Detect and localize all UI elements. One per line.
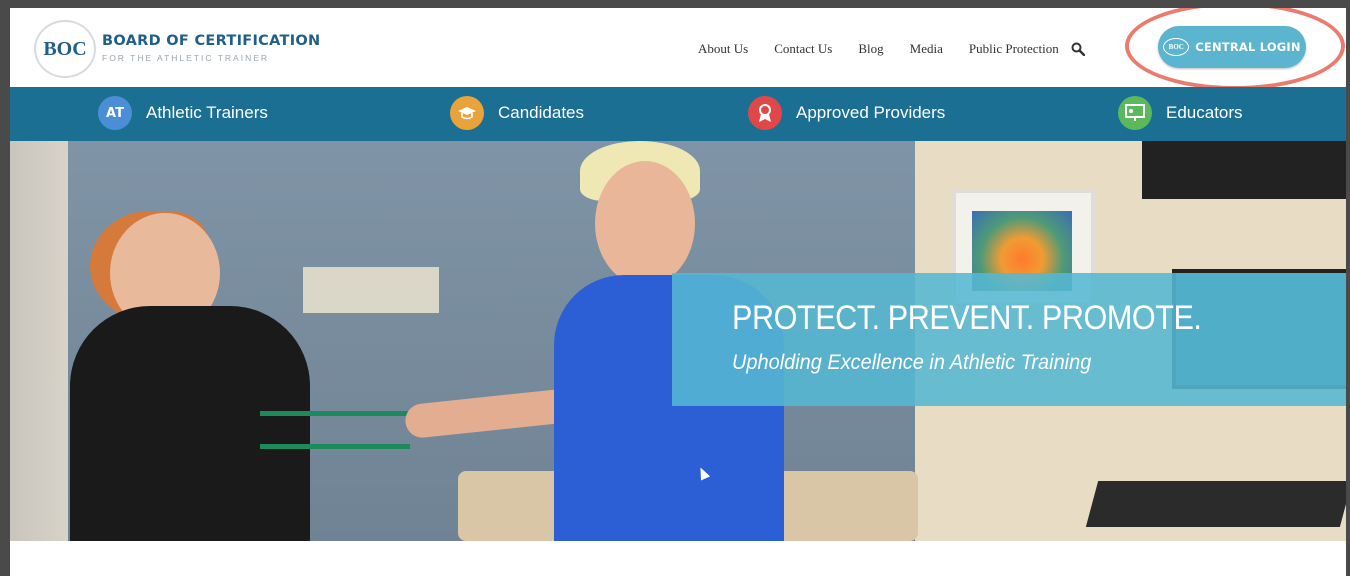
nav-media[interactable]: Media bbox=[910, 41, 943, 57]
hero-subheadline: Upholding Excellence in Athletic Trainin… bbox=[732, 351, 1092, 374]
nav-educators[interactable]: Educators bbox=[1118, 96, 1243, 130]
presentation-board-icon bbox=[1118, 96, 1152, 130]
nav-about-us[interactable]: About Us bbox=[698, 41, 748, 57]
logo-title: BOARD OF CERTIFICATION bbox=[102, 33, 321, 49]
wall-medical-panel bbox=[303, 267, 439, 313]
nav-approved-providers-label: Approved Providers bbox=[796, 103, 946, 122]
nav-approved-providers[interactable]: Approved Providers bbox=[748, 96, 945, 130]
nav-athletic-trainers-label: Athletic Trainers bbox=[146, 103, 268, 122]
graduation-cap-icon bbox=[450, 96, 484, 130]
logo-mark-text: BOC bbox=[43, 37, 87, 60]
nav-educators-label: Educators bbox=[1166, 103, 1243, 122]
nav-public-protection[interactable]: Public Protection bbox=[969, 41, 1059, 57]
hero-left-strip bbox=[10, 141, 68, 541]
nav-athletic-trainers[interactable]: AT Athletic Trainers bbox=[98, 96, 268, 130]
page-content-below-hero bbox=[10, 541, 1346, 576]
nav-blog[interactable]: Blog bbox=[858, 41, 883, 57]
hero-image: PROTECT. PREVENT. PROMOTE. Upholding Exc… bbox=[10, 141, 1346, 541]
wall-tv bbox=[1142, 141, 1346, 199]
logo-mark: BOC bbox=[34, 20, 96, 78]
nav-candidates[interactable]: Candidates bbox=[450, 96, 584, 130]
audience-nav-bar: AT Athletic Trainers Candidates Approved… bbox=[10, 87, 1346, 141]
athlete-head bbox=[595, 161, 695, 286]
resistance-band bbox=[260, 411, 410, 449]
hero-headline: PROTECT. PREVENT. PROMOTE. bbox=[732, 299, 1202, 337]
logo-subtitle: FOR THE ATHLETIC TRAINER bbox=[102, 53, 270, 63]
top-nav: About Us Contact Us Blog Media Public Pr… bbox=[698, 41, 1085, 57]
nav-contact-us[interactable]: Contact Us bbox=[774, 41, 832, 57]
at-icon: AT bbox=[98, 96, 132, 130]
browser-page: BOC BOARD OF CERTIFICATION FOR THE ATHLE… bbox=[10, 8, 1346, 576]
award-ribbon-icon bbox=[748, 96, 782, 130]
nav-candidates-label: Candidates bbox=[498, 103, 585, 122]
logo-text: BOARD OF CERTIFICATION FOR THE ATHLETIC … bbox=[102, 33, 320, 63]
hero-banner: PROTECT. PREVENT. PROMOTE. Upholding Exc… bbox=[672, 273, 1346, 406]
highlight-annotation-circle bbox=[1125, 8, 1345, 90]
boc-logo[interactable]: BOC BOARD OF CERTIFICATION FOR THE ATHLE… bbox=[34, 20, 320, 78]
keyboard-tray bbox=[1085, 481, 1346, 527]
site-header: BOC BOARD OF CERTIFICATION FOR THE ATHLE… bbox=[10, 8, 1346, 90]
search-icon[interactable] bbox=[1071, 42, 1085, 57]
